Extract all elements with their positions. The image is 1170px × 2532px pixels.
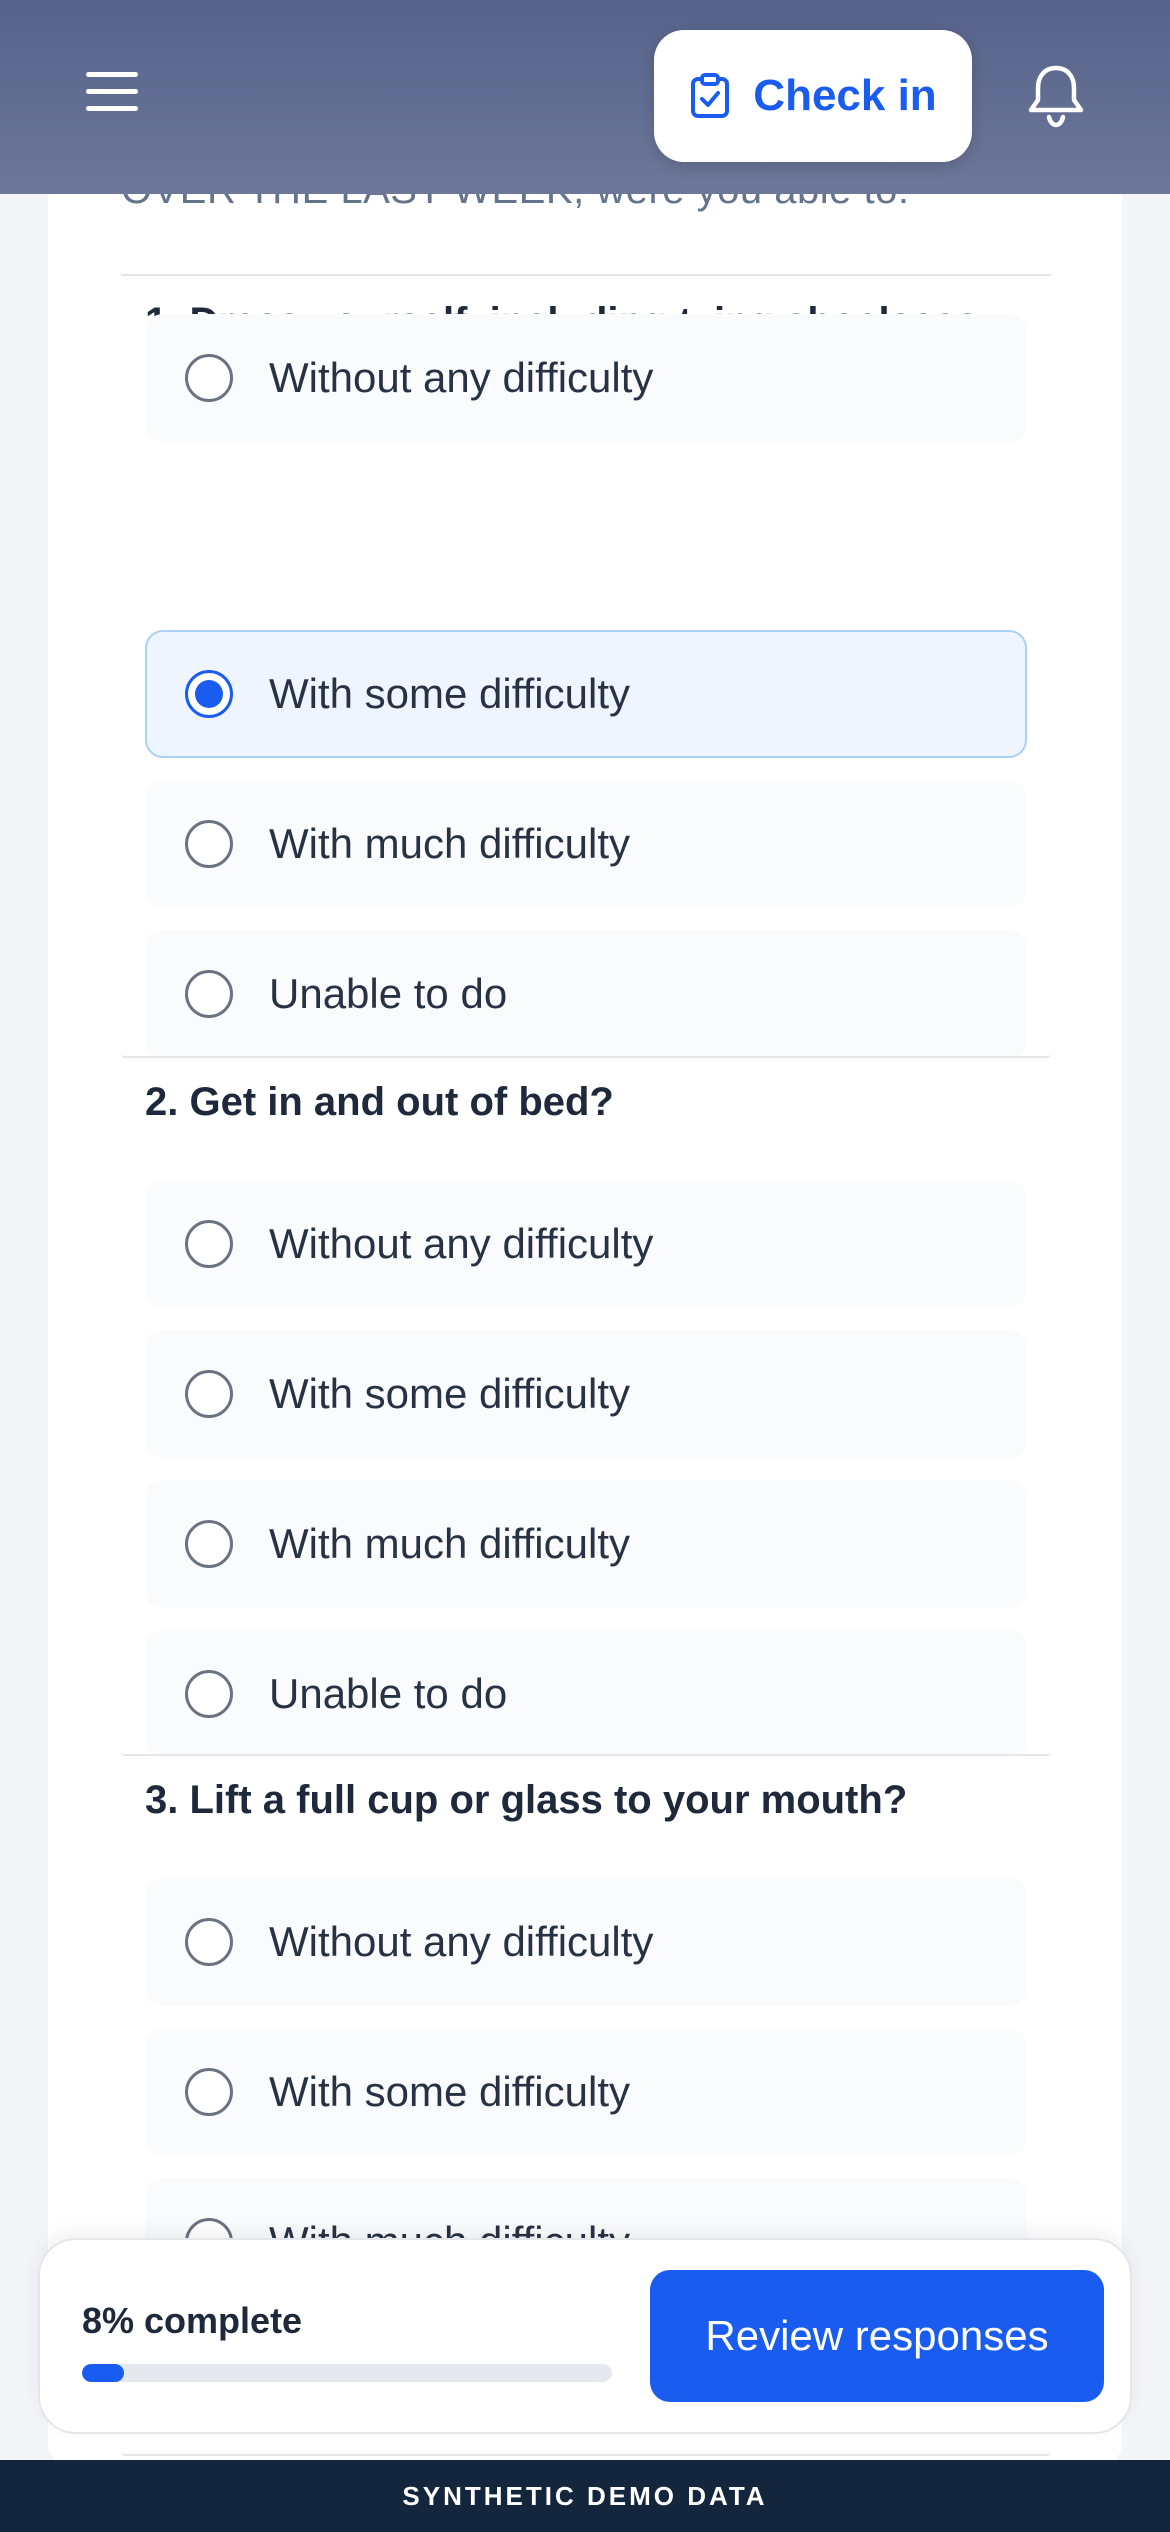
footer-banner: SYNTHETIC DEMO DATA: [0, 2460, 1170, 2532]
question-title: 3. Lift a full cup or glass to your mout…: [145, 1778, 908, 1822]
option-with-much-difficulty[interactable]: With much difficulty: [145, 1480, 1027, 1608]
option-unable-to-do[interactable]: Unable to do: [145, 930, 1027, 1058]
progress-fill: [82, 2364, 125, 2382]
option-label: Without any difficulty: [269, 1220, 654, 1267]
option-unable-to-do[interactable]: Unable to do: [145, 1630, 1027, 1758]
option-label: With some difficulty: [269, 1370, 630, 1417]
option-label: Unable to do: [269, 970, 508, 1017]
clipboard-check-icon: [691, 73, 730, 118]
progress-label: 8% complete: [82, 2300, 303, 2341]
option-without-any-difficulty[interactable]: Without any difficulty: [145, 1878, 1027, 2006]
progress-panel: 8% complete Review responses: [38, 2238, 1132, 2434]
option-label: With much difficulty: [269, 820, 630, 867]
radio-icon[interactable]: [185, 1670, 233, 1718]
review-responses-button[interactable]: Review responses: [650, 2270, 1104, 2402]
option-label: With some difficulty: [269, 2068, 630, 2115]
app-header: Check in: [0, 0, 1170, 194]
option-label: With much difficulty: [269, 1520, 630, 1567]
option-label: Unable to do: [269, 1670, 508, 1717]
radio-icon[interactable]: [185, 2068, 233, 2116]
radio-icon[interactable]: [185, 820, 233, 868]
radio-icon[interactable]: [185, 1918, 233, 1966]
question-2: 2. Get in and out of bed? Without any di…: [121, 1058, 1051, 1758]
option-without-any-difficulty[interactable]: Without any difficulty: [145, 314, 1027, 442]
radio-icon[interactable]: [185, 970, 233, 1018]
question-1: 1. Dress yourself, including tying shoel…: [121, 276, 1051, 1058]
bell-icon[interactable]: [1025, 62, 1087, 128]
check-in-label: Check in: [753, 71, 937, 120]
option-label: Without any difficulty: [269, 1918, 654, 1965]
radio-icon[interactable]: [185, 1520, 233, 1568]
progress-bar: [82, 2364, 612, 2382]
option-without-any-difficulty[interactable]: Without any difficulty: [145, 1180, 1027, 1308]
radio-icon[interactable]: [185, 354, 233, 402]
option-with-some-difficulty[interactable]: With some difficulty: [145, 2028, 1027, 2156]
check-in-button[interactable]: Check in: [654, 30, 972, 162]
option-with-some-difficulty[interactable]: With some difficulty: [145, 1330, 1027, 1458]
option-with-some-difficulty[interactable]: With some difficulty: [145, 630, 1027, 758]
radio-icon[interactable]: [185, 1220, 233, 1268]
menu-icon[interactable]: [82, 62, 142, 122]
radio-icon[interactable]: [185, 1370, 233, 1418]
radio-icon[interactable]: [185, 670, 233, 718]
option-with-much-difficulty[interactable]: With much difficulty: [145, 780, 1027, 908]
option-label: With some difficulty: [269, 670, 630, 717]
option-label: Without any difficulty: [269, 354, 654, 401]
question-title: 2. Get in and out of bed?: [145, 1080, 614, 1124]
